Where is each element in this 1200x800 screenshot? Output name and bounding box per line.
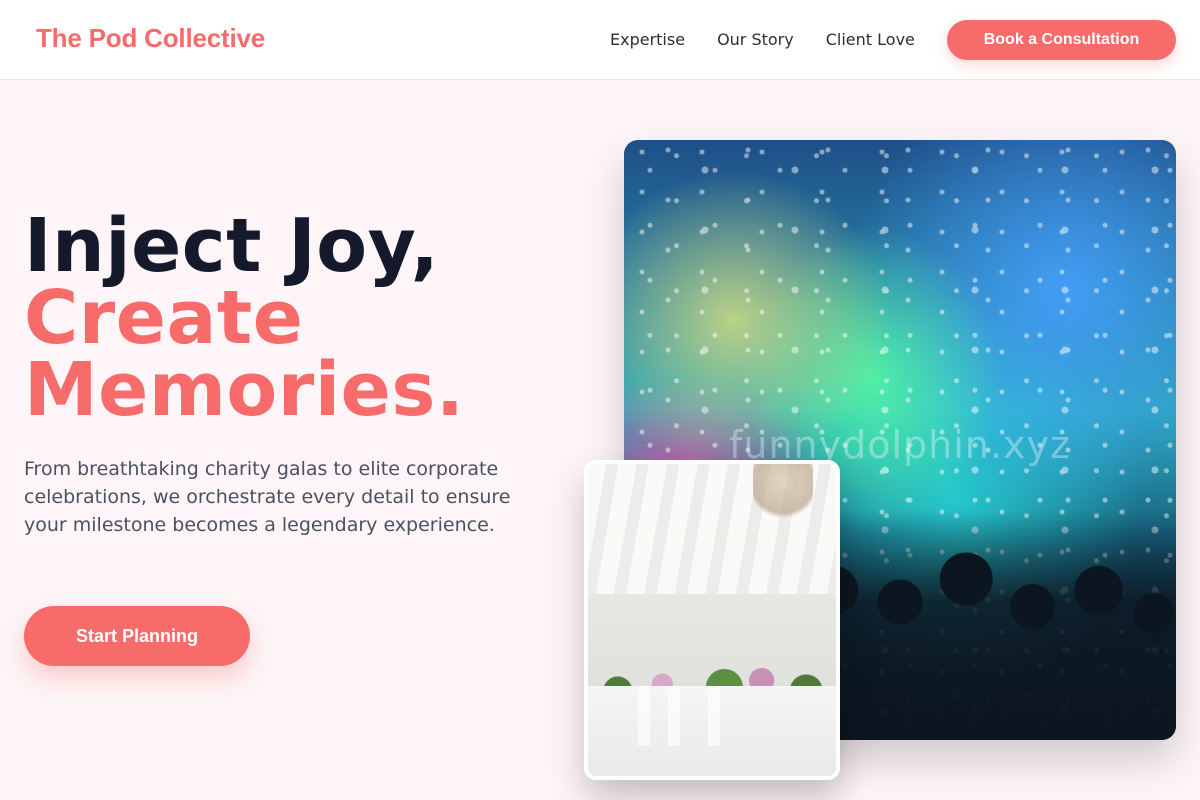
glassware <box>628 686 788 746</box>
hero-title-line-1: Inject Joy, <box>24 203 440 289</box>
chandelier <box>753 464 813 524</box>
navbar: The Pod Collective Expertise Our Story C… <box>0 0 1200 80</box>
brand-logo[interactable]: The Pod Collective <box>36 23 265 54</box>
hero-title: Inject Joy, Create Memories. <box>24 203 584 433</box>
wedding-table-image <box>584 460 840 780</box>
hero-title-line-2: Create <box>24 275 304 361</box>
start-planning-button[interactable]: Start Planning <box>24 606 250 666</box>
nav-link-expertise[interactable]: Expertise <box>610 30 685 49</box>
hero-description: From breathtaking charity galas to elite… <box>24 458 511 536</box>
hero-title-line-3: Memories. <box>24 347 465 433</box>
book-consultation-button[interactable]: Book a Consultation <box>947 20 1176 60</box>
nav-links: Expertise Our Story Client Love <box>610 30 947 49</box>
nav-link-our-story[interactable]: Our Story <box>717 30 794 49</box>
nav-link-client-love[interactable]: Client Love <box>826 30 915 49</box>
